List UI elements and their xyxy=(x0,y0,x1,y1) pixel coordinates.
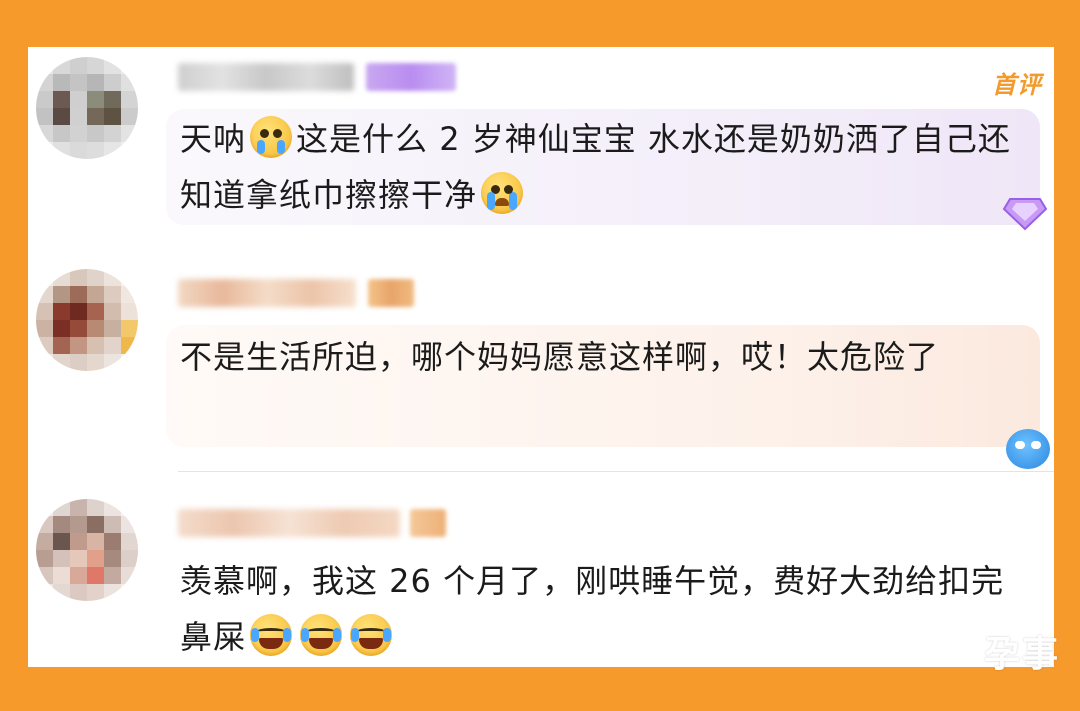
divider xyxy=(178,471,1054,472)
username[interactable] xyxy=(178,279,356,307)
comment-text: 不是生活所迫，哪个妈妈愿意这样啊，哎！太危险了 xyxy=(180,338,940,376)
crying-face-icon xyxy=(250,116,293,158)
avatar[interactable] xyxy=(36,269,138,371)
avatar[interactable] xyxy=(36,499,138,601)
diamond-badge-icon xyxy=(1002,198,1048,231)
avatar[interactable] xyxy=(36,57,138,159)
username[interactable] xyxy=(178,509,400,537)
comment-text-part-2: 这是什么 2 岁神仙宝宝 水水还是奶奶洒了自己还知道拿纸巾擦擦干净 xyxy=(180,120,1011,214)
comment-text: 羡慕啊，我这 26 个月了，刚哄睡午觉，费好大劲给扣完鼻屎 xyxy=(180,553,1030,665)
laughing-crying-face-icon xyxy=(300,614,343,656)
comment-item-3: 羡慕啊，我这 26 个月了，刚哄睡午觉，费好大劲给扣完鼻屎 xyxy=(28,483,1054,667)
user-badge xyxy=(410,509,446,537)
blue-face-sticker-icon xyxy=(1006,429,1050,469)
comment-text: 天呐 这是什么 2 岁神仙宝宝 水水还是奶奶洒了自己还知道拿纸巾擦擦干净 xyxy=(180,111,1030,223)
watermark: 孕事 xyxy=(983,634,1060,675)
comment-item-1: 首评 天呐 这是什么 2 岁神仙宝宝 水水还是奶奶洒了自己还知道拿纸巾擦擦干净 xyxy=(28,47,1054,247)
first-comment-tag: 首评 xyxy=(992,71,1042,99)
laughing-crying-face-icon xyxy=(350,614,393,656)
loudly-crying-face-icon xyxy=(481,172,524,214)
comment-item-2: 不是生活所迫，哪个妈妈愿意这样啊，哎！太危险了 xyxy=(28,259,1054,469)
user-badge xyxy=(366,63,456,91)
comment-text-part-1: 天呐 xyxy=(180,120,247,158)
username[interactable] xyxy=(178,63,354,91)
user-badge xyxy=(368,279,414,307)
comment-panel: 首评 天呐 这是什么 2 岁神仙宝宝 水水还是奶奶洒了自己还知道拿纸巾擦擦干净 不… xyxy=(28,47,1054,667)
laughing-crying-face-icon xyxy=(250,614,293,656)
